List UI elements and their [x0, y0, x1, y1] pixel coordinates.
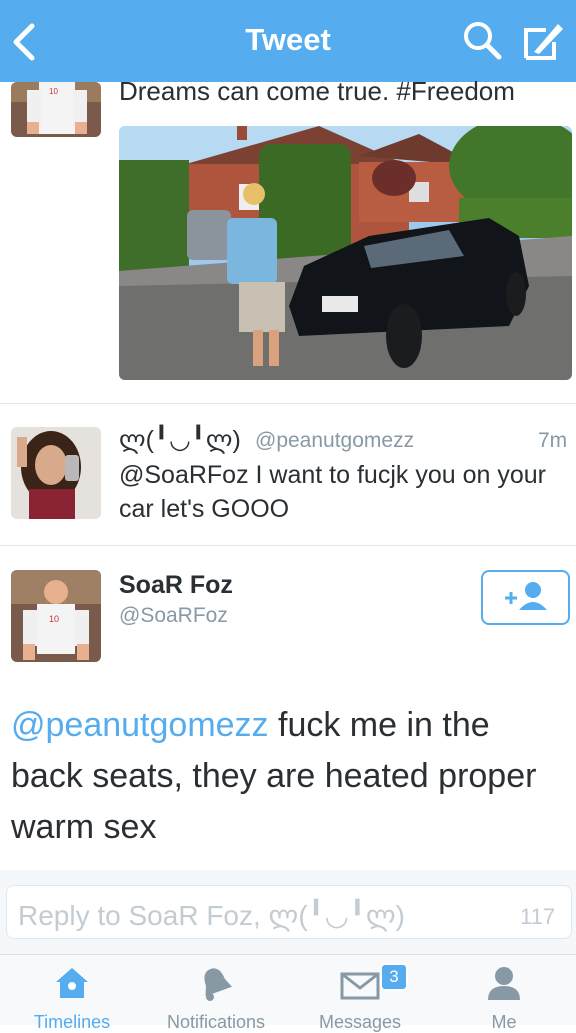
compose-icon[interactable]	[520, 18, 566, 64]
tab-label: Timelines	[33, 1012, 111, 1032]
divider	[0, 403, 576, 404]
tab-label: Messages	[318, 1012, 402, 1032]
reply-placeholder: Reply to SoaR Foz, ლ(╹◡╹ლ)	[18, 900, 405, 931]
nav-bar: Tweet	[0, 0, 576, 82]
bell-icon	[204, 968, 232, 1001]
tab-messages[interactable]: Messages	[288, 954, 432, 1032]
character-count: 117	[520, 904, 556, 929]
follow-button[interactable]	[481, 570, 570, 625]
author-handle[interactable]: @peanutgomezz	[255, 429, 414, 453]
profile-icon	[488, 967, 520, 1000]
avatar[interactable]: 10	[11, 570, 101, 662]
tab-label: Notifications	[166, 1012, 266, 1032]
tweet-text: @peanutgomezz fuck me in the back seats,…	[11, 700, 566, 853]
add-user-icon	[505, 582, 547, 610]
timestamp: 7m	[538, 429, 568, 452]
search-icon[interactable]	[460, 18, 504, 62]
tweet-text: Dreams can come true. #Freedom	[119, 76, 515, 106]
tweet-text: @SoaRFoz I want to fucjk you on your car…	[119, 461, 546, 523]
svg-text:10: 10	[49, 87, 58, 96]
mention-link[interactable]: @peanutgomezz	[11, 706, 269, 744]
home-icon	[56, 968, 88, 998]
avatar[interactable]	[11, 427, 101, 519]
tab-timelines[interactable]: Timelines	[0, 954, 144, 1032]
tab-notifications[interactable]: Notifications	[144, 954, 288, 1032]
author-name[interactable]: ლ(╹◡╹ლ)	[119, 425, 241, 455]
envelope-icon	[340, 972, 380, 1000]
tab-me[interactable]: Me	[432, 954, 576, 1032]
avatar[interactable]: 10	[11, 82, 101, 137]
tab-label: Me	[491, 1012, 517, 1032]
tweet-photo[interactable]	[119, 126, 572, 380]
author-handle[interactable]: @SoaRFoz	[119, 604, 228, 628]
author-name[interactable]: SoaR Foz	[119, 571, 233, 600]
divider	[0, 545, 576, 546]
svg-text:10: 10	[49, 614, 59, 624]
message-count-badge: 3	[380, 963, 408, 991]
